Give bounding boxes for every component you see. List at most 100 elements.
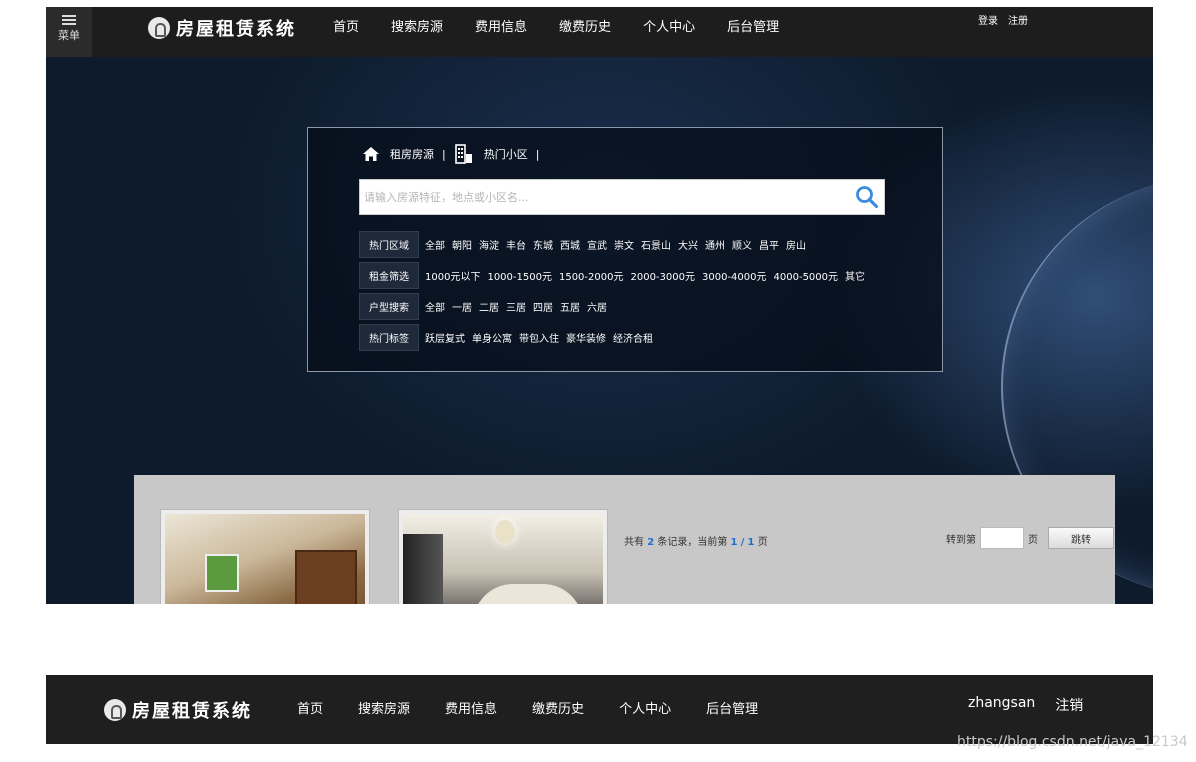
page-jump: 转到第 页 跳转 — [946, 527, 1114, 549]
filter-row-rent: 租金筛选 1000元以下 1000-1500元 1500-2000元 2000-… — [359, 262, 872, 289]
nav-fee-info[interactable]: 费用信息 — [475, 16, 527, 35]
tab-rent-listings[interactable]: 租房房源 — [390, 146, 434, 162]
filter-label-district: 热门区域 — [359, 231, 419, 258]
search-panel: 租房房源 | 热门小区 | 热门 — [307, 127, 943, 372]
current-page: 1 — [730, 537, 738, 548]
tab-divider: | — [442, 147, 446, 161]
goto-button[interactable]: 跳转 — [1048, 527, 1114, 549]
filter-option[interactable]: 跃层复式 — [425, 330, 465, 345]
goto-suffix: 页 — [1028, 534, 1038, 546]
filter-option[interactable]: 六居 — [587, 299, 607, 314]
nav-admin[interactable]: 后台管理 — [706, 698, 758, 717]
top-navbar: 菜单 房屋租赁系统 首页 搜索房源 费用信息 缴费历史 个人中心 后台管理 登录… — [46, 7, 1153, 57]
listing-card[interactable] — [398, 509, 608, 604]
filter-row-district: 热门区域 全部 朝阳 海淀 丰台 东城 西城 宣武 崇文 石景山 大兴 通州 顺… — [359, 231, 813, 258]
filter-option[interactable]: 1500-2000元 — [559, 268, 624, 283]
nav-payment-history[interactable]: 缴费历史 — [532, 698, 584, 717]
nav-home[interactable]: 首页 — [333, 16, 359, 35]
filter-option[interactable]: 带包入住 — [519, 330, 559, 345]
records-total: 2 — [647, 537, 655, 548]
site-logo[interactable]: 房屋租赁系统 — [148, 15, 296, 41]
filter-option[interactable]: 丰台 — [506, 237, 526, 252]
filter-option[interactable]: 1000元以下 — [425, 268, 480, 283]
listing-card[interactable] — [160, 509, 370, 604]
filter-option[interactable]: 单身公寓 — [472, 330, 512, 345]
room-shelf-decoration — [295, 550, 357, 604]
filter-option[interactable]: 全部 — [425, 299, 445, 314]
room-bed-decoration — [473, 584, 583, 604]
hand-pointer-logo-icon — [104, 699, 126, 721]
filter-option[interactable]: 朝阳 — [452, 237, 472, 252]
filter-option[interactable]: 四居 — [533, 299, 553, 314]
nav-admin[interactable]: 后台管理 — [727, 16, 779, 35]
nav-payment-history[interactable]: 缴费历史 — [559, 16, 611, 35]
filter-option[interactable]: 五居 — [560, 299, 580, 314]
filter-option[interactable]: 通州 — [705, 237, 725, 252]
listing-photo[interactable] — [165, 514, 365, 604]
filter-option[interactable]: 全部 — [425, 237, 445, 252]
search-box — [359, 179, 885, 215]
filter-option[interactable]: 1000-1500元 — [487, 268, 552, 283]
nav-search-listings[interactable]: 搜索房源 — [358, 698, 410, 717]
filter-option[interactable]: 一居 — [452, 299, 472, 314]
search-tabs: 租房房源 | 热门小区 | — [362, 144, 547, 164]
filter-option[interactable]: 2000-3000元 — [630, 268, 695, 283]
login-link[interactable]: 登录 — [978, 12, 998, 27]
filter-option[interactable]: 顺义 — [732, 237, 752, 252]
filter-option[interactable]: 西城 — [560, 237, 580, 252]
main-nav: 首页 搜索房源 费用信息 缴费历史 个人中心 后台管理 — [333, 16, 779, 35]
filter-row-layout: 户型搜索 全部 一居 二居 三居 四居 五居 六居 — [359, 293, 614, 320]
filter-option[interactable]: 东城 — [533, 237, 553, 252]
filter-option[interactable]: 三居 — [506, 299, 526, 314]
total-pages: 1 — [747, 537, 755, 548]
auth-links: 登录 注册 — [978, 12, 1028, 27]
goto-page-input[interactable] — [980, 527, 1024, 549]
search-input[interactable] — [360, 180, 836, 214]
watermark: https://blog.csdn.net/java_12134 — [957, 734, 1188, 750]
filter-option[interactable]: 其它 — [845, 268, 865, 283]
nav-search-listings[interactable]: 搜索房源 — [391, 16, 443, 35]
register-link[interactable]: 注册 — [1008, 12, 1028, 27]
main-nav: 首页 搜索房源 费用信息 缴费历史 个人中心 后台管理 — [297, 698, 758, 717]
site-title: 房屋租赁系统 — [132, 701, 252, 722]
search-icon[interactable] — [854, 184, 880, 210]
nav-fee-info[interactable]: 费用信息 — [445, 698, 497, 717]
filter-option[interactable]: 二居 — [479, 299, 499, 314]
tab-divider: | — [535, 147, 540, 161]
chandelier-decoration — [495, 520, 515, 544]
filter-option[interactable]: 经济合租 — [613, 330, 653, 345]
logout-link[interactable]: 注销 — [1055, 695, 1083, 715]
house-icon — [363, 147, 379, 161]
nav-home[interactable]: 首页 — [297, 698, 323, 717]
filter-option[interactable]: 大兴 — [678, 237, 698, 252]
filter-option[interactable]: 昌平 — [759, 237, 779, 252]
filter-option[interactable]: 石景山 — [641, 237, 671, 252]
filter-option[interactable]: 海淀 — [479, 237, 499, 252]
filter-option[interactable]: 崇文 — [614, 237, 634, 252]
menu-button[interactable]: 菜单 — [46, 7, 92, 57]
filter-row-tags: 热门标签 跃层复式 单身公寓 带包入住 豪华装修 经济合租 — [359, 324, 660, 351]
site-logo[interactable]: 房屋租赁系统 — [104, 697, 252, 723]
nav-profile[interactable]: 个人中心 — [619, 698, 671, 717]
nav-profile[interactable]: 个人中心 — [643, 16, 695, 35]
user-links: zhangsan 注销 — [968, 695, 1083, 715]
username-link[interactable]: zhangsan — [968, 695, 1035, 715]
site-title: 房屋租赁系统 — [176, 19, 296, 40]
room-window-decoration — [205, 554, 239, 592]
filter-option[interactable]: 豪华装修 — [566, 330, 606, 345]
filter-option[interactable]: 4000-5000元 — [774, 268, 839, 283]
filter-option[interactable]: 房山 — [786, 237, 806, 252]
filter-label-layout: 户型搜索 — [359, 293, 419, 320]
records-mid: 条记录，当前第 — [657, 537, 728, 548]
filter-option[interactable]: 宣武 — [587, 237, 607, 252]
hero-banner: 租房房源 | 热门小区 | 热门 — [46, 57, 1153, 604]
listing-photo[interactable] — [403, 514, 603, 604]
filter-option[interactable]: 3000-4000元 — [702, 268, 767, 283]
records-suffix: 页 — [757, 537, 768, 548]
goto-prefix: 转到第 — [946, 534, 976, 546]
guest-view-screenshot: 菜单 房屋租赁系统 首页 搜索房源 费用信息 缴费历史 个人中心 后台管理 登录… — [46, 7, 1153, 604]
tab-hot-communities[interactable]: 热门小区 — [484, 146, 528, 162]
room-curtain-decoration — [403, 534, 443, 604]
menu-label: 菜单 — [58, 29, 80, 42]
filter-label-tags: 热门标签 — [359, 324, 419, 351]
